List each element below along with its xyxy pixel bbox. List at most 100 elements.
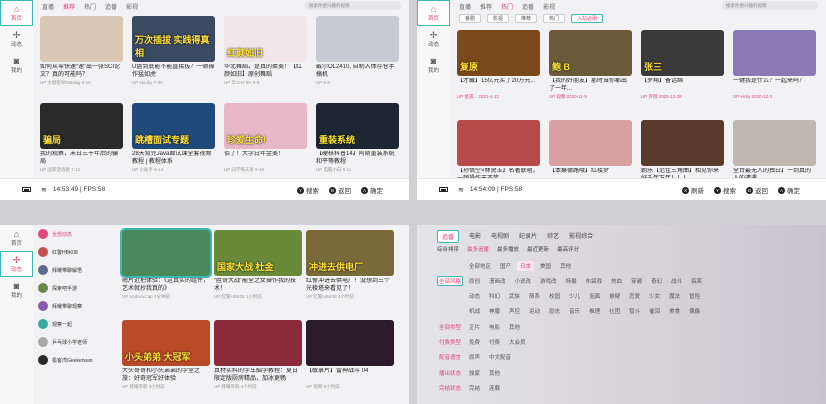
video-card[interactable]: 珍爱生命! 佰了！大学白年金美！ UP 同学每天发 8-16 (224, 103, 307, 173)
filter-value[interactable]: 声控 (506, 306, 523, 316)
filter-value[interactable]: 励志 (546, 306, 563, 316)
filter-value[interactable]: 战斗 (668, 276, 685, 286)
filter-value[interactable]: 恋爱 (626, 291, 643, 301)
search-input[interactable]: 搜索你感兴趣的视频 (305, 1, 401, 10)
video-card[interactable]: 张三 【罗翔】备话绵 UP 罗翔 2020-12-28 (641, 30, 724, 100)
filter-value[interactable]: 偶像 (686, 306, 703, 316)
video-card[interactable]: 戴尔OL2410, 自制入体存仓手搞机 UP 8-8 (316, 16, 399, 85)
tab-recommend[interactable]: 推荐 (480, 2, 492, 12)
filter-value[interactable]: 免费 (466, 337, 483, 347)
tab-hot[interactable]: 热门 (84, 2, 96, 12)
filter-value[interactable]: 中文配音 (486, 352, 514, 362)
category-tab[interactable]: 电影 (469, 230, 481, 243)
category-tab[interactable]: 电视剧 (491, 230, 509, 243)
tab-live[interactable]: 直播 (459, 2, 471, 12)
video-card[interactable]: 重装系统 【硬核科普14】阿斯重装系统和平等教程 UP 电脑小白 8-11 (316, 103, 399, 173)
filter-value[interactable]: 少儿 (566, 291, 583, 301)
filter-value[interactable]: 美食 (666, 306, 683, 316)
video-card[interactable]: 【敬录片】雷神战斗 04 UP 观察 8小时前 (306, 320, 394, 390)
filter-value[interactable]: 漫画改 (486, 276, 509, 286)
filter-value[interactable]: 魔法 (666, 291, 683, 301)
filter-value[interactable]: 国产 (497, 261, 514, 271)
category-tab[interactable]: 综艺 (547, 230, 559, 243)
nav-home[interactable]: ⌂ 首页 (417, 0, 450, 26)
filter-value[interactable]: 机战 (466, 306, 483, 316)
filter-value[interactable]: 智斗 (626, 306, 643, 316)
filter-key[interactable]: 全部类型 (437, 322, 463, 332)
nav-dynamic[interactable]: ✢ 动态 (0, 26, 33, 52)
nav-mine[interactable]: ◙ 我的 (417, 52, 450, 78)
tab-live[interactable]: 直播 (42, 2, 54, 12)
filter-key[interactable]: 配音语言 (437, 352, 463, 362)
video-card[interactable]: 骗局 我的观察，未日三十年后的骗局 UP 国家话语教 7-12 (40, 103, 123, 173)
filter-value[interactable]: 催泪 (646, 306, 663, 316)
video-card[interactable]: 国家大战 杜金 “胜哥大战”能全之女操作我的技术！ UP 红警HBK08 1小时前 (214, 230, 302, 300)
sort-option[interactable]: 最多追番 (467, 245, 489, 253)
subtab-recommend[interactable]: 推荐 (515, 14, 538, 23)
filter-value[interactable]: 穿越 (628, 276, 645, 286)
video-card[interactable]: 如何从零快速“速”出一张SCI论文？真的可能吗？ UP 文献指导Data&g 6-… (40, 16, 123, 86)
tab-hot[interactable]: 热门 (501, 2, 513, 12)
filter-value[interactable]: 原声 (466, 352, 483, 362)
video-card[interactable]: 一键我是什么？一起来吗？ UP vicky 2020-12-3 (733, 30, 816, 99)
filter-key[interactable] (437, 291, 463, 301)
filter-value[interactable]: 音乐 (566, 306, 583, 316)
subtab-anime[interactable]: 番剧 (459, 14, 482, 23)
filter-value[interactable]: 布袋戏 (583, 276, 606, 286)
nav-home[interactable]: ⌂ 首页 (0, 225, 33, 251)
category-tab[interactable]: 影视综合 (569, 230, 593, 243)
filter-value[interactable]: 神魔 (486, 306, 503, 316)
filter-value[interactable]: 萌系 (526, 291, 543, 301)
filter-value[interactable]: 奇幻 (648, 276, 665, 286)
following-user[interactable]: 乒乓球小学老师 (33, 333, 113, 351)
filter-value[interactable]: 电影 (486, 322, 503, 332)
nav-mine[interactable]: ◙ 我的 (0, 52, 33, 78)
filter-key[interactable]: 完结状态 (437, 383, 463, 393)
filter-value[interactable]: 泡面 (586, 291, 603, 301)
filter-value[interactable]: 热血 (608, 276, 625, 286)
video-card[interactable]: 复原 【才藏】15亿元买了20万元... UP 拾遗... 2021-4-12 (457, 30, 540, 100)
video-card[interactable]: 冲进去供电厂 红警冲进去供电厂！没想到三个光棱塔来看见了！ UP 红警HBK08 4… (306, 230, 394, 300)
search-input[interactable]: 搜索你感兴趣的视频 (722, 1, 818, 10)
following-user[interactable]: 全部动态 (33, 225, 113, 243)
filter-value[interactable]: 付费 (486, 337, 503, 347)
filter-value[interactable]: 冒险 (686, 291, 703, 301)
category-tab[interactable]: 纪录片 (519, 230, 537, 243)
filter-value[interactable]: 悬疑 (606, 291, 623, 301)
nav-home[interactable]: ⌂ 首页 (0, 0, 33, 26)
tab-movies[interactable]: 影视 (543, 2, 555, 12)
filter-key[interactable]: 付费类型 (437, 337, 463, 347)
video-card[interactable]: 红颜如旧 华北舞蹈。是真的柔美！【红颜如旧】原创舞蹈 UP 华-DO-fes 8-5 (224, 16, 307, 86)
filter-key[interactable] (437, 261, 463, 271)
sort-option[interactable]: 综合排序 (437, 245, 459, 253)
filter-value[interactable]: 特摄 (563, 276, 580, 286)
following-user[interactable]: 观察一起 (33, 315, 113, 333)
video-card[interactable]: 真材实料的学车脑学教程：夏日限定版厨房精品，加冰更畅 UP 拜耀带聊 4小时前 (214, 320, 302, 390)
sort-option[interactable]: 最高评分 (557, 245, 579, 253)
filter-value[interactable]: 武侠 (506, 291, 523, 301)
filter-value[interactable]: 大会员 (506, 337, 529, 347)
subtab-hot[interactable]: 热门 (543, 14, 566, 23)
following-user[interactable]: 探索吧手游 (33, 279, 113, 297)
filter-value[interactable]: 游戏改 (537, 276, 560, 286)
tab-movies[interactable]: 影视 (126, 2, 138, 12)
video-card[interactable]: 嗯片近把体验：《这真实的组件，艺术就抄我真的》 UP AndrewCap 3分钟前 (120, 228, 212, 300)
filter-value[interactable]: 美国 (537, 261, 554, 271)
filter-value[interactable]: 全部地区 (466, 261, 494, 271)
tab-recommend[interactable]: 推荐 (63, 2, 75, 12)
filter-key[interactable]: 播出状态 (437, 368, 463, 378)
video-card[interactable]: 跳槽面试专题 28天背完Java面试课全套视频教程 | 教程体系 UP 小助手 8-… (132, 103, 215, 173)
tab-anime[interactable]: 追番 (105, 2, 117, 12)
nav-dynamic[interactable]: ✢ 动态 (417, 26, 450, 52)
filter-value[interactable]: 动态 (466, 291, 483, 301)
filter-value[interactable]: 独家 (466, 368, 483, 378)
filter-key[interactable] (437, 306, 463, 316)
subtab-movies[interactable]: 影视 (487, 14, 510, 23)
nav-dynamic[interactable]: ✢ 动态 (0, 251, 33, 277)
following-user[interactable]: 极客湾Geekerwan (33, 351, 113, 369)
video-card[interactable]: 小头弟弟 大冠军 大头哥哥和小头弟弟的学堂之旅：好奇冠军好体验 UP 拜耀带聊 3小… (122, 320, 210, 390)
filter-value[interactable]: 原创 (466, 276, 483, 286)
category-tab[interactable]: 追番 (437, 230, 460, 243)
subtab-must-watch[interactable]: 入站必刷 (571, 14, 604, 23)
sort-option[interactable]: 最多播放 (497, 245, 519, 253)
